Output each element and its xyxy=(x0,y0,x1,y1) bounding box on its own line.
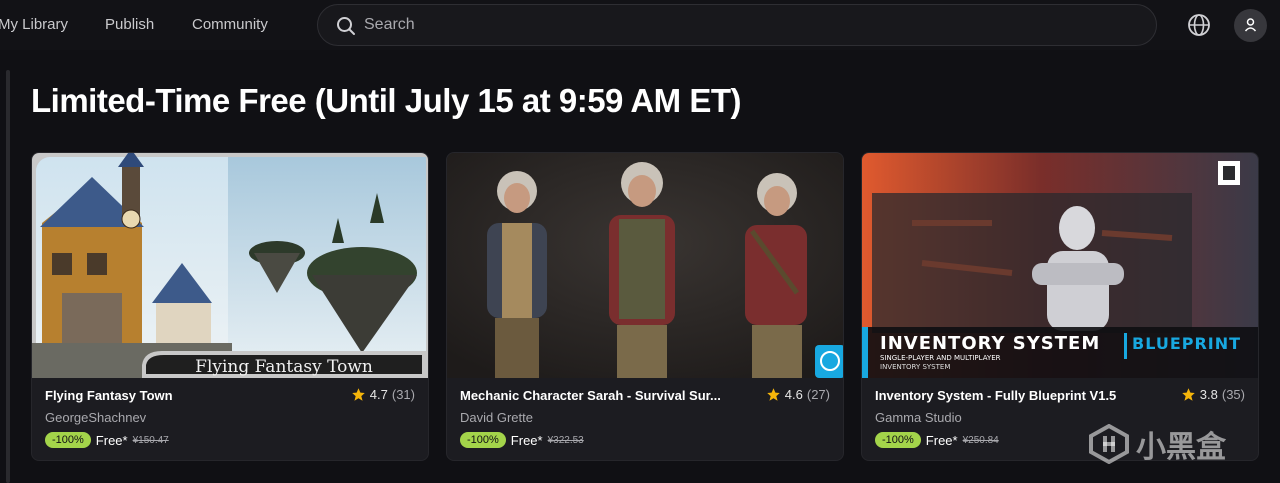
search-bar[interactable] xyxy=(317,4,1157,46)
product-thumbnail[interactable] xyxy=(447,153,843,378)
section-title: Limited-Time Free (Until July 15 at 9:59… xyxy=(31,82,742,119)
globe-icon[interactable] xyxy=(1187,13,1211,37)
seller-name[interactable]: GeorgeShachnev xyxy=(45,410,146,425)
original-price: ¥322.53 xyxy=(547,434,584,446)
discount-badge: -100% xyxy=(460,432,506,448)
user-icon xyxy=(1244,18,1257,32)
star-icon xyxy=(1182,388,1195,401)
search-icon xyxy=(337,17,355,35)
rating-value: 4.6 xyxy=(784,387,803,402)
thumbnail-caption-sub1: SINGLE-PLAYER AND MULTIPLAYER xyxy=(880,354,1001,362)
avatar[interactable] xyxy=(1234,9,1267,42)
nav-publish[interactable]: Publish xyxy=(105,16,154,33)
seller-name[interactable]: Gamma Studio xyxy=(875,410,962,425)
thumbnail-caption: Flying Fantasy Town xyxy=(195,357,373,377)
card-title[interactable]: Inventory System - Fully Blueprint V1.5 xyxy=(875,388,1116,403)
top-nav: My Library Publish Community xyxy=(0,0,1280,50)
price-row: -100% Free* ¥322.53 xyxy=(460,432,584,448)
star-icon xyxy=(352,388,365,401)
product-card-inventory-system[interactable]: INVENTORY SYSTEM BLUEPRINT SINGLE-PLAYER… xyxy=(861,152,1259,461)
scrollbar[interactable] xyxy=(6,70,10,483)
seller-name[interactable]: David Grette xyxy=(460,410,533,425)
discount-badge: -100% xyxy=(875,432,921,448)
product-card-flying-fantasy-town[interactable]: Flying Fantasy Town Flying Fantasy Town … xyxy=(31,152,429,461)
sale-price: Free* xyxy=(95,432,128,448)
price-row: -100% Free* ¥250.84 xyxy=(875,432,999,448)
price-row: -100% Free* ¥150.47 xyxy=(45,432,169,448)
rating: 4.6 (27) xyxy=(766,387,830,402)
rating: 4.7 (31) xyxy=(351,387,415,402)
thumbnail-caption-main: INVENTORY SYSTEM xyxy=(880,333,1100,354)
product-thumbnail[interactable]: INVENTORY SYSTEM BLUEPRINT SINGLE-PLAYER… xyxy=(862,153,1258,378)
nav-community[interactable]: Community xyxy=(192,16,268,33)
rating: 3.8 (35) xyxy=(1181,387,1245,402)
thumbnail-caption-tag: BLUEPRINT xyxy=(1132,334,1241,353)
original-price: ¥250.84 xyxy=(962,434,999,446)
star-icon xyxy=(767,388,780,401)
rating-value: 4.7 xyxy=(369,387,388,402)
review-count: (27) xyxy=(806,387,830,402)
heybox-logo-icon xyxy=(1089,424,1129,464)
sale-price: Free* xyxy=(925,432,958,448)
watermark: 小黑盒 xyxy=(1088,422,1226,466)
review-count: (35) xyxy=(1221,387,1245,402)
card-title[interactable]: Mechanic Character Sarah - Survival Sur.… xyxy=(460,388,721,403)
card-title[interactable]: Flying Fantasy Town xyxy=(45,388,173,403)
watermark-text: 小黑盒 xyxy=(1136,431,1226,464)
nav-my-library[interactable]: My Library xyxy=(0,16,68,33)
search-input[interactable] xyxy=(364,5,1124,45)
product-thumbnail[interactable]: Flying Fantasy Town xyxy=(32,153,428,378)
sale-price: Free* xyxy=(510,432,543,448)
rating-value: 3.8 xyxy=(1199,387,1218,402)
product-card-mechanic-sarah[interactable]: Mechanic Character Sarah - Survival Sur.… xyxy=(446,152,844,461)
discount-badge: -100% xyxy=(45,432,91,448)
review-count: (31) xyxy=(391,387,415,402)
thumbnail-caption-sub2: INVENTORY SYSTEM xyxy=(880,363,950,371)
original-price: ¥150.47 xyxy=(132,434,169,446)
